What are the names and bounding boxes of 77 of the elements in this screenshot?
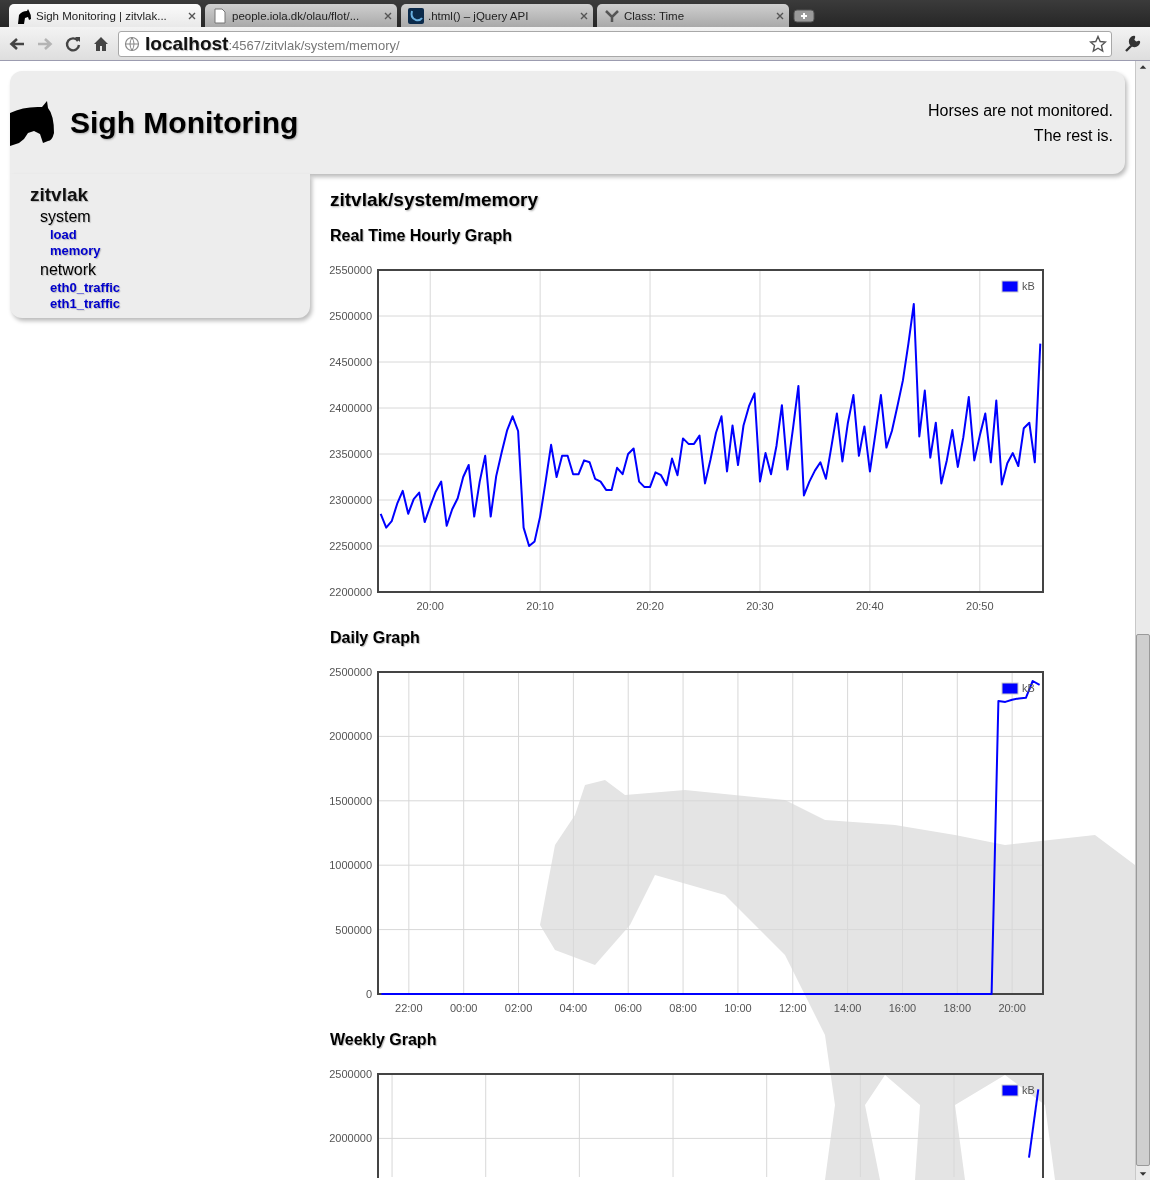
x-tick-label: 00:00	[449, 1002, 478, 1014]
close-icon[interactable]	[776, 11, 784, 20]
graph-title: Daily Graph	[330, 628, 420, 648]
x-tick-label: 16:00	[888, 1002, 917, 1014]
legend-label: kB	[1022, 1084, 1035, 1096]
y-tick-label: 2400000	[329, 402, 372, 414]
y-tick-label: 2000000	[329, 1132, 372, 1145]
x-tick-label: 14:00	[833, 1002, 862, 1014]
x-tick-label: 10:00	[724, 1002, 752, 1014]
y-tick-label: 2350000	[329, 448, 372, 460]
x-tick-label: 20:00	[998, 1002, 1026, 1014]
tab-title: Class: Time	[624, 9, 686, 22]
x-tick-label: 20:00	[416, 600, 444, 612]
reload-icon	[64, 34, 82, 53]
group-name: network	[40, 260, 97, 280]
browser-tab[interactable]: people.iola.dk/olau/flot/...	[205, 4, 397, 27]
tagline-text: The rest is.	[1032, 125, 1113, 146]
y-tick-label: 0	[365, 988, 372, 1000]
host-name: zitvlak	[30, 184, 89, 206]
y-tick-label: 2250000	[329, 540, 372, 552]
home-icon	[92, 34, 110, 53]
tab-title: people.iola.dk/olau/flot/...	[232, 9, 361, 22]
y-tick-label: 500000	[335, 923, 372, 936]
metric-link[interactable]: eth1_traffic	[50, 296, 121, 312]
legend-label: kB	[1022, 280, 1035, 292]
x-tick-label: 04:00	[559, 1002, 588, 1014]
address-field[interactable]: localhost:4567/zitvlak/system/memory/	[118, 30, 1112, 57]
x-tick-label: 20:20	[636, 600, 664, 612]
x-tick-label: 20:30	[746, 600, 774, 612]
close-icon[interactable]	[188, 11, 196, 20]
scrollbar[interactable]	[1135, 61, 1150, 1180]
y-tick-label: 1000000	[329, 859, 372, 872]
graph-title: Weekly Graph	[330, 1030, 437, 1050]
scrollbar-thumb[interactable]	[1136, 634, 1150, 1166]
x-tick-label: 02:00	[504, 1002, 533, 1014]
metric-link[interactable]: eth0_traffic	[50, 280, 121, 296]
tab-title: .html() – jQuery API	[428, 9, 530, 22]
close-icon[interactable]	[384, 11, 392, 20]
tagline-text: Horses are not monitored.	[928, 100, 1113, 121]
site-title: Sigh Monitoring	[70, 105, 299, 140]
star-icon[interactable]	[1089, 34, 1107, 53]
group-name: system	[40, 207, 91, 227]
y-logo-icon	[604, 7, 620, 24]
horse-head-icon	[10, 101, 55, 146]
x-tick-label: 18:00	[943, 1002, 972, 1014]
wrench-icon[interactable]	[1123, 34, 1141, 53]
y-tick-label: 2500000	[329, 666, 372, 678]
url-text: localhost:4567/zitvlak/system/memory/	[145, 32, 401, 55]
x-tick-label: 20:50	[966, 600, 994, 612]
browser-tab[interactable]: Sigh Monitoring | zitvlak...	[9, 4, 201, 27]
browser-tab[interactable]: .html() – jQuery API	[401, 4, 593, 27]
new-tab-icon[interactable]	[793, 8, 815, 24]
x-tick-label: 08:00	[669, 1002, 697, 1014]
x-tick-label: 20:10	[526, 600, 554, 612]
y-tick-label: 2300000	[329, 494, 372, 506]
x-tick-label: 06:00	[614, 1002, 642, 1014]
y-tick-label: 2450000	[329, 356, 372, 368]
y-tick-label: 2200000	[329, 586, 372, 598]
x-tick-label: 12:00	[779, 1002, 807, 1014]
browser-tab[interactable]: Class: Time	[597, 4, 789, 27]
y-tick-label: 2000000	[329, 730, 372, 743]
swirl-icon	[408, 7, 424, 24]
y-tick-label: 2550000	[329, 264, 372, 276]
close-icon[interactable]	[580, 11, 588, 20]
y-tick-label: 2500000	[329, 310, 372, 322]
x-tick-label: 22:00	[395, 1002, 423, 1014]
graph-title: Real Time Hourly Graph	[330, 226, 512, 246]
x-tick-label: 20:40	[856, 600, 884, 612]
page-icon	[212, 7, 228, 24]
globe-icon	[124, 35, 140, 52]
y-tick-label: 1500000	[329, 794, 372, 807]
horse-head-icon	[16, 7, 32, 24]
tab-title: Sigh Monitoring | zitvlak...	[36, 9, 168, 22]
metric-link[interactable]: load	[50, 227, 77, 243]
page-heading: zitvlak/system/memory	[330, 188, 540, 212]
y-tick-label: 2500000	[329, 1068, 372, 1080]
metric-link[interactable]: memory	[50, 243, 101, 259]
